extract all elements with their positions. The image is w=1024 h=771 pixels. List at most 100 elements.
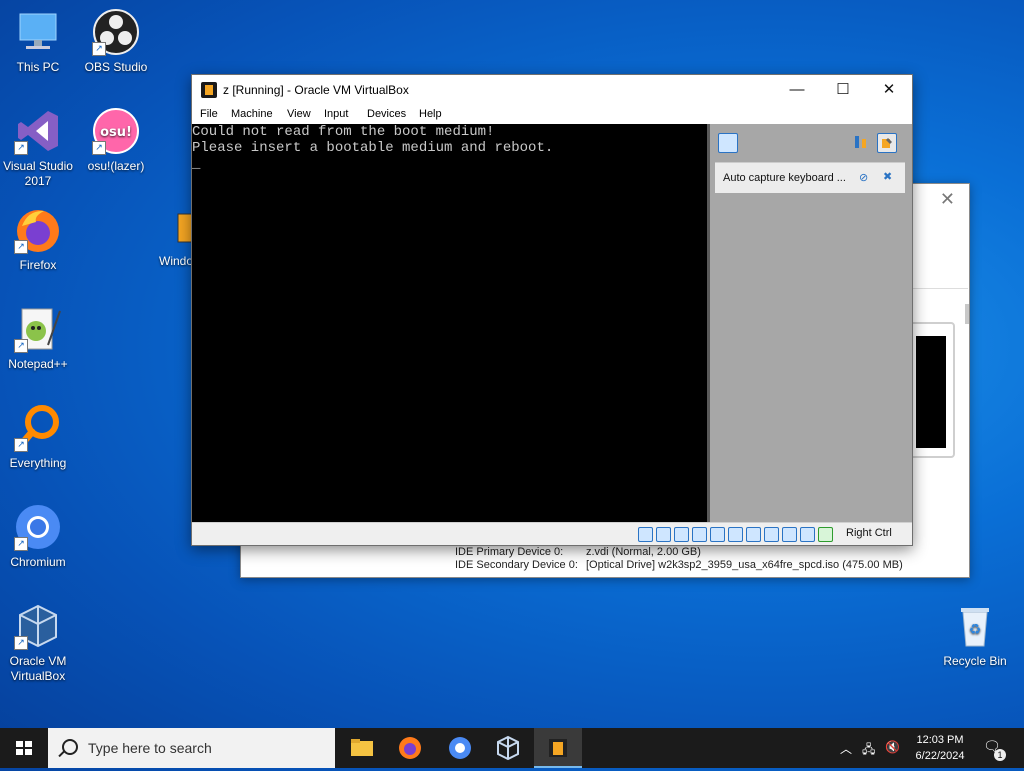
desktop-icon-label: Notepad++ xyxy=(8,357,68,371)
start-button[interactable] xyxy=(0,728,48,768)
desktop-icon-label: Recycle Bin xyxy=(943,654,1007,668)
hard-disk-status-icon[interactable] xyxy=(638,527,653,542)
storage-key: IDE Secondary Device 0: xyxy=(455,559,578,571)
notepad-plus-plus-icon: ↗ xyxy=(14,305,62,353)
shortcut-arrow-icon: ↗ xyxy=(14,141,28,155)
taskbar-virtualbox-manager[interactable] xyxy=(484,728,532,768)
menu-devices[interactable]: Devices xyxy=(367,108,406,120)
menu-machine[interactable]: Machine xyxy=(231,108,273,120)
vm-running-window[interactable]: z [Running] - Oracle VM VirtualBox — ☐ ✕… xyxy=(191,74,913,546)
keyboard-status-icon[interactable] xyxy=(818,527,833,542)
desktop-icon-osu[interactable]: osu! ↗ osu!(lazer) xyxy=(78,107,154,174)
menu-help[interactable]: Help xyxy=(419,108,442,120)
shortcut-arrow-icon: ↗ xyxy=(14,438,28,452)
usb-status-icon[interactable] xyxy=(710,527,725,542)
chromium-icon: ↗ xyxy=(14,503,62,551)
svg-text:♻: ♻ xyxy=(969,622,982,638)
divider xyxy=(911,288,968,289)
obs-icon: ↗ xyxy=(92,8,140,56)
vm-preview-screen xyxy=(916,336,946,448)
window-title: z [Running] - Oracle VM VirtualBox xyxy=(223,83,409,97)
chromium-icon xyxy=(449,737,471,759)
pin-keep-icon[interactable] xyxy=(877,133,897,153)
desktop-icon-label: Chromium xyxy=(10,555,66,569)
taskbar-vm-window[interactable] xyxy=(534,728,582,768)
desktop-icon-notepad-plus-plus[interactable]: ↗ Notepad++ xyxy=(0,305,76,372)
virtualbox-vm-icon xyxy=(201,82,217,98)
menu-file[interactable]: File xyxy=(200,108,218,120)
menu-bar: File Machine View Input Devices Help xyxy=(192,105,912,124)
taskbar-file-explorer[interactable] xyxy=(338,728,386,768)
desktop-icon-firefox[interactable]: ↗ Firefox xyxy=(0,206,76,273)
everything-search-icon: ↗ xyxy=(14,404,62,452)
firefox-icon: ↗ xyxy=(14,206,62,254)
taskbar-clock[interactable]: 12:03 PM 6/22/2024 xyxy=(905,732,975,764)
desktop-icon-label: Everything xyxy=(9,456,67,470)
storage-row: IDE Secondary Device 0: [Optical Drive] w… xyxy=(455,559,903,572)
maximize-button[interactable]: ☐ xyxy=(820,75,866,105)
close-button[interactable]: ✕ xyxy=(866,75,912,105)
desktop-icon-recycle-bin[interactable]: ♻ Recycle Bin xyxy=(937,602,1013,669)
mouse-integration-status-icon[interactable] xyxy=(800,527,815,542)
optical-drive-status-icon[interactable] xyxy=(656,527,671,542)
close-notification-icon[interactable]: ✖ xyxy=(883,170,892,183)
folder-icon xyxy=(351,739,373,756)
search-placeholder: Type here to search xyxy=(88,740,212,756)
notification-count-badge: 1 xyxy=(994,749,1006,761)
title-bar[interactable]: z [Running] - Oracle VM VirtualBox — ☐ ✕ xyxy=(192,75,912,105)
recording-status-icon[interactable] xyxy=(764,527,779,542)
desktop-icon-label: osu!(lazer) xyxy=(87,159,145,173)
desktop-icon-virtualbox[interactable]: ↗ Oracle VM VirtualBox xyxy=(0,602,76,684)
minimize-button[interactable]: — xyxy=(774,75,820,105)
network-status-icon[interactable] xyxy=(692,527,707,542)
shortcut-arrow-icon: ↗ xyxy=(14,339,28,353)
desktop-icon-windo[interactable]: Windo xyxy=(152,206,192,269)
virtualbox-icon: ↗ xyxy=(14,602,62,650)
do-not-show-icon[interactable]: ⊘ xyxy=(859,171,868,184)
volume-muted-tray-icon[interactable]: 🔇 xyxy=(885,740,900,754)
audio-status-icon[interactable] xyxy=(674,527,689,542)
sort-order-icon[interactable] xyxy=(852,133,870,151)
desktop-icon-label: Windo xyxy=(159,254,192,268)
desktop-icon-everything[interactable]: ↗ Everything xyxy=(0,404,76,471)
taskbar-firefox[interactable] xyxy=(386,728,434,768)
visual-studio-icon: ↗ xyxy=(14,107,62,155)
desktop-icon-obs-studio[interactable]: ↗ OBS Studio xyxy=(78,8,154,75)
virtualbox-vm-icon xyxy=(549,739,567,757)
storage-details: IDE Primary Device 0: z.vdi (Normal, 2.00… xyxy=(455,546,903,572)
storage-key: IDE Primary Device 0: xyxy=(455,546,564,558)
vm-preview-frame xyxy=(906,322,955,458)
virtualization-status-icon[interactable] xyxy=(782,527,797,542)
shared-folders-status-icon[interactable] xyxy=(728,527,743,542)
desktop-icon-visual-studio[interactable]: ↗ Visual Studio 2017 xyxy=(0,107,76,189)
display-status-icon[interactable] xyxy=(746,527,761,542)
desktop-icon-chromium[interactable]: ↗ Chromium xyxy=(0,503,76,570)
storage-value: [Optical Drive] w2k3sp2_3959_usa_x64fre_… xyxy=(586,559,903,571)
taskbar-search-box[interactable]: Type here to search xyxy=(48,728,335,768)
notification-bubble-icon[interactable] xyxy=(718,133,738,153)
clock-time: 12:03 PM xyxy=(916,734,964,746)
shortcut-arrow-icon: ↗ xyxy=(92,141,106,155)
desktop-icon-label: Visual Studio 2017 xyxy=(3,159,73,188)
taskbar-chromium[interactable] xyxy=(436,728,484,768)
osu-icon: osu! ↗ xyxy=(92,107,140,155)
shortcut-arrow-icon: ↗ xyxy=(14,636,28,650)
menu-input[interactable]: Input xyxy=(324,108,348,120)
menu-view[interactable]: View xyxy=(287,108,311,120)
vm-display[interactable]: Could not read from the boot medium! Ple… xyxy=(192,124,707,522)
show-hidden-icons-chevron-icon[interactable]: ︿ xyxy=(840,740,852,757)
monitor-icon xyxy=(14,8,62,56)
manager-scrollbar[interactable] xyxy=(965,304,969,324)
manager-close-button[interactable]: ✕ xyxy=(940,189,955,210)
desktop-icon-this-pc[interactable]: This PC xyxy=(0,8,76,75)
shortcut-arrow-icon: ↗ xyxy=(14,537,28,551)
network-tray-icon[interactable]: 🖧 xyxy=(862,740,875,761)
windows-app-icon xyxy=(152,206,192,254)
notification-item[interactable]: Auto capture keyboard ... ⊘ ✖ xyxy=(715,162,905,193)
desktop-icon-label: This PC xyxy=(16,60,60,74)
notification-text: Auto capture keyboard ... xyxy=(723,172,846,184)
desktop-icon-label: Firefox xyxy=(19,258,57,272)
firefox-icon xyxy=(399,737,421,759)
storage-row: IDE Primary Device 0: z.vdi (Normal, 2.00… xyxy=(455,546,903,559)
osu-badge: osu! xyxy=(100,125,132,140)
